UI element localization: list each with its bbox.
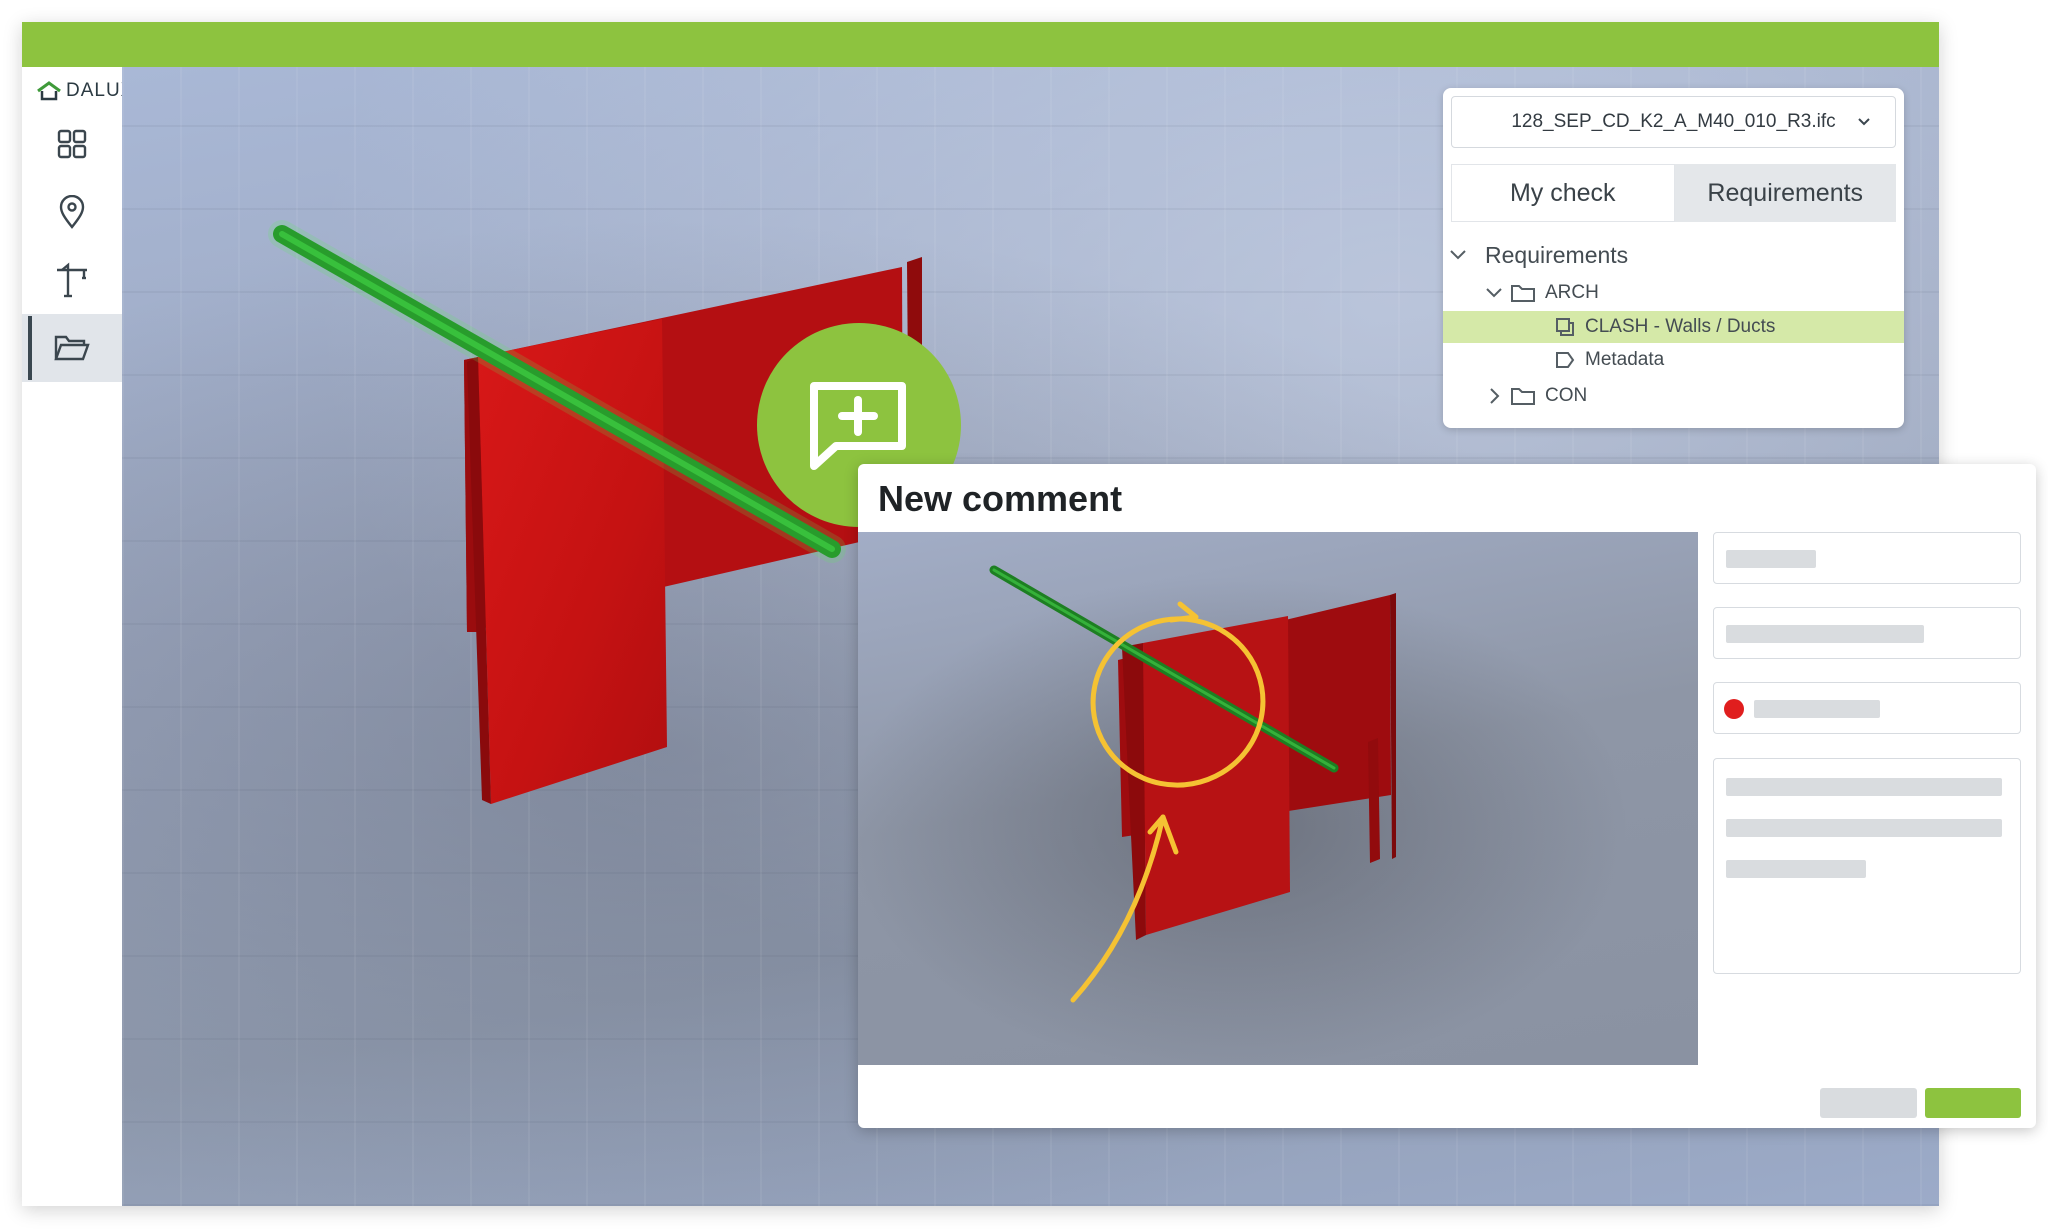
folder-open-icon bbox=[54, 335, 90, 361]
tree-group-label: ARCH bbox=[1545, 282, 1599, 303]
comment-field-2[interactable] bbox=[1713, 607, 2021, 659]
home-logo-icon bbox=[37, 81, 61, 101]
folder-icon bbox=[1511, 388, 1535, 405]
sidebar-item-locations[interactable] bbox=[22, 178, 122, 246]
dalux-logo[interactable]: DALUX bbox=[36, 77, 134, 105]
status-field[interactable] bbox=[1713, 682, 2021, 734]
comment-field-1[interactable] bbox=[1713, 532, 2021, 584]
new-comment-dialog: New comment bbox=[858, 464, 2036, 1128]
tree-group-arch[interactable]: ARCH bbox=[1443, 277, 1904, 309]
annotated-snapshot bbox=[989, 565, 1396, 1003]
tab-my-check[interactable]: My check bbox=[1451, 164, 1675, 222]
tree-root-label: Requirements bbox=[1485, 241, 1629, 268]
field-placeholder bbox=[1754, 700, 1880, 718]
tree-item-label: CLASH - Walls / Ducts bbox=[1585, 316, 1776, 337]
comment-plus-icon bbox=[810, 382, 906, 470]
comment-snapshot[interactable] bbox=[858, 532, 1698, 1065]
field-placeholder bbox=[1726, 819, 2002, 837]
chevron-down-icon bbox=[1450, 250, 1466, 260]
top-bar bbox=[22, 22, 1939, 67]
description-textarea[interactable] bbox=[1713, 758, 2021, 974]
folder-icon bbox=[1511, 285, 1535, 302]
tag-icon bbox=[1556, 352, 1575, 368]
chevron-down-icon bbox=[1858, 118, 1870, 126]
tree-group-label: CON bbox=[1545, 385, 1588, 406]
chevron-down-icon bbox=[1486, 288, 1502, 298]
chevron-right-icon bbox=[1490, 388, 1500, 404]
dialog-title: New comment bbox=[878, 478, 1123, 519]
crane-icon bbox=[57, 262, 87, 298]
sidebar-item-site[interactable] bbox=[22, 246, 122, 314]
tree-item-label: Metadata bbox=[1585, 349, 1665, 370]
grid-icon bbox=[57, 129, 87, 159]
tree-item-metadata[interactable]: Metadata bbox=[1443, 344, 1904, 376]
field-placeholder bbox=[1726, 860, 1866, 878]
clash-rule-icon bbox=[1556, 318, 1574, 336]
field-placeholder bbox=[1726, 778, 2002, 796]
file-name: 128_SEP_CD_K2_A_M40_010_R3.ifc bbox=[1511, 111, 1836, 132]
field-placeholder bbox=[1726, 550, 1816, 568]
file-selector[interactable]: 128_SEP_CD_K2_A_M40_010_R3.ifc bbox=[1451, 96, 1896, 148]
status-dot-icon bbox=[1724, 699, 1744, 719]
sidebar-item-files[interactable] bbox=[22, 314, 122, 382]
save-button[interactable] bbox=[1925, 1088, 2021, 1118]
tab-requirements[interactable]: Requirements bbox=[1674, 164, 1896, 222]
tree-root-requirements[interactable]: Requirements bbox=[1443, 239, 1904, 271]
map-pin-icon bbox=[59, 195, 85, 229]
field-placeholder bbox=[1726, 625, 1924, 643]
sidebar-item-dashboard[interactable] bbox=[22, 110, 122, 178]
tree-group-con[interactable]: CON bbox=[1443, 380, 1904, 412]
tree-item-clash-walls-ducts[interactable]: CLASH - Walls / Ducts bbox=[1443, 311, 1904, 343]
sidebar: DALUX bbox=[22, 67, 133, 1206]
requirements-panel: 128_SEP_CD_K2_A_M40_010_R3.ifc My check … bbox=[1443, 88, 1904, 428]
cancel-button[interactable] bbox=[1820, 1088, 1917, 1118]
panel-tabs: My check Requirements bbox=[1451, 164, 1896, 222]
